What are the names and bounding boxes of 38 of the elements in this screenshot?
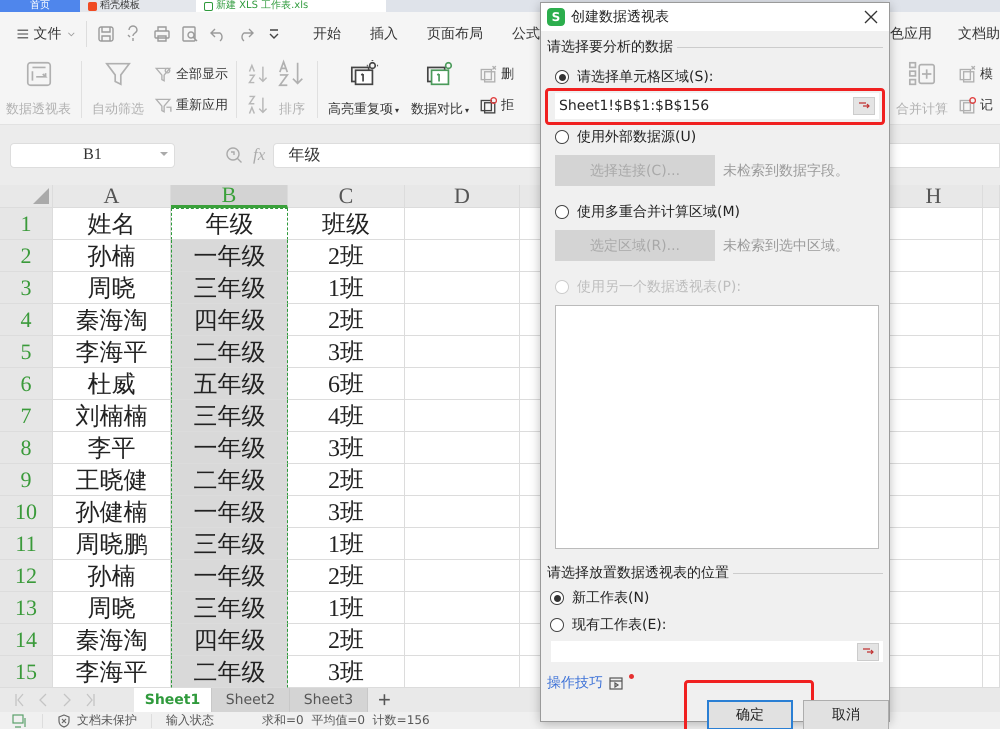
table-cell: 二年级 — [171, 656, 288, 688]
table-cell: 4班 — [288, 400, 405, 432]
table-cell: 3班 — [288, 496, 405, 528]
status-summary: 求和=0 平均值=0 计数=156 — [262, 712, 430, 729]
table-cell: 三年级 — [171, 528, 288, 560]
table-cell: 6班 — [288, 368, 405, 400]
table-cell: 1班 — [288, 272, 405, 304]
table-cell: 班级 — [288, 208, 405, 240]
section-heading: 请选择要分析的数据 — [547, 38, 673, 56]
table-cell: 2班 — [288, 464, 405, 496]
table-cell: 三年级 — [171, 400, 288, 432]
table-cell: 2班 — [288, 304, 405, 336]
status-text: 文档未保护 — [77, 712, 137, 729]
table-cell: 三年级 — [171, 272, 288, 304]
table-cell: 一年级 — [171, 432, 288, 464]
table-cell: 3班 — [288, 432, 405, 464]
table-cell: 年级 — [171, 208, 288, 240]
table-cell: 1班 — [288, 528, 405, 560]
table-cell: 2班 — [288, 624, 405, 656]
table-cell: 2班 — [288, 240, 405, 272]
hint-text: 未检索到选中区域。 — [723, 236, 849, 254]
hint-text: 未检索到数据字段。 — [723, 162, 849, 180]
table-cell: 2班 — [288, 560, 405, 592]
status-text: 输入状态 — [166, 712, 214, 729]
table-cell: 三年级 — [171, 592, 288, 624]
section-heading: 请选择放置数据透视表的位置 — [547, 564, 729, 582]
table-cell: 一年级 — [171, 240, 288, 272]
table-cell: 五年级 — [171, 368, 288, 400]
table-cell: 四年级 — [171, 304, 288, 336]
table-cell: 一年级 — [171, 560, 288, 592]
table-cell: 一年级 — [171, 496, 288, 528]
table-cell: 3班 — [288, 336, 405, 368]
dialog-title: 创建数据透视表 — [571, 8, 670, 26]
table-cell: 1班 — [288, 592, 405, 624]
table-cell: 二年级 — [171, 336, 288, 368]
table-cell: 四年级 — [171, 624, 288, 656]
table-cell: 二年级 — [171, 464, 288, 496]
app-logo-icon: S — [547, 8, 565, 26]
